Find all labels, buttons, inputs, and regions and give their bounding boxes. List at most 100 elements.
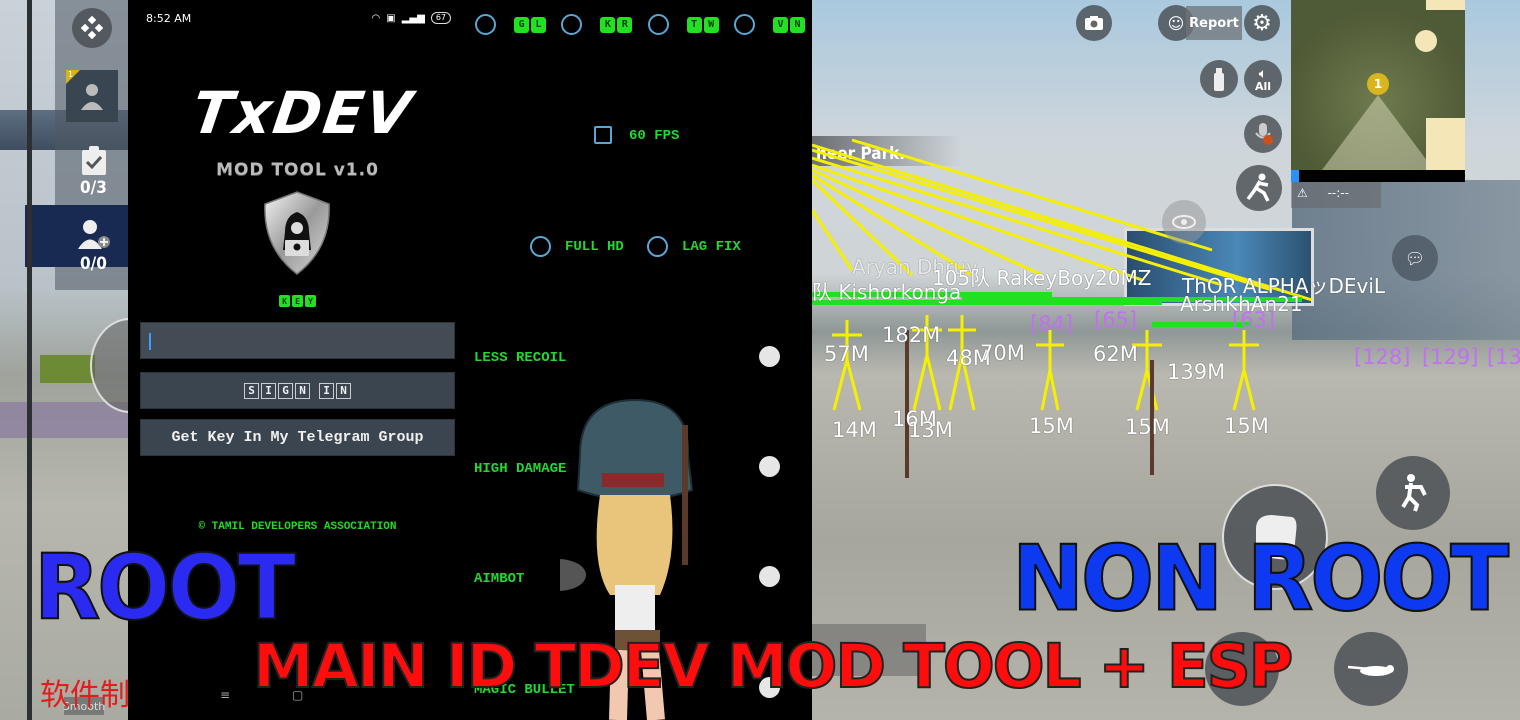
lag-fix-label: LAG FIX	[682, 239, 741, 255]
esp-distance: 139M	[1167, 360, 1226, 384]
region-code-letter: R	[617, 16, 633, 33]
esp-distance: 15M	[1029, 414, 1074, 438]
region-radio[interactable]	[475, 14, 496, 35]
voice-channel-label: All	[1254, 80, 1272, 93]
mic-muted-icon[interactable]	[1244, 115, 1282, 153]
lag-fix-radio[interactable]	[647, 236, 668, 257]
aimbot-label: AIMBOT	[474, 571, 525, 587]
recents-button[interactable]: ≡	[220, 688, 230, 702]
esp-distance: 13M	[908, 418, 953, 442]
map-tree	[1415, 30, 1437, 52]
esp-id-label: [63]	[1232, 308, 1276, 332]
esp-distance: 62M	[1093, 342, 1138, 366]
full-hd-label: FULL HD	[565, 239, 624, 255]
camera-icon[interactable]	[1076, 5, 1112, 41]
status-time: 8:52 AM	[146, 11, 192, 25]
region-code-letter: N	[789, 16, 805, 33]
sim-icon: ▣	[386, 12, 396, 24]
fps-60-checkbox[interactable]	[594, 126, 612, 144]
status-bar: 8:52 AM ◠ ▣ ▂▄▆ 67	[146, 10, 451, 26]
region-option-kr[interactable]: KR	[561, 14, 633, 35]
floor-stripe	[0, 402, 128, 438]
tasks-count: 0/3	[80, 178, 107, 198]
region-code-letter: V	[772, 16, 788, 33]
key-letter: E	[292, 295, 303, 307]
sign-in-letter: N	[295, 382, 310, 399]
spray-icon[interactable]	[1200, 60, 1238, 98]
root-title: ROOT	[33, 535, 297, 641]
warning-icon: ⚠	[1297, 186, 1308, 200]
esp-distance: 15M	[1125, 415, 1170, 439]
esp-player-name: 队 Kishorkonga	[812, 280, 962, 304]
esp-player-name: 105队 RakeyBoy20MZ	[932, 266, 1152, 290]
signal-icon: ▂▄▆	[401, 12, 425, 24]
esp-distance: 15M	[1224, 414, 1269, 438]
region-radio[interactable]	[561, 14, 583, 35]
key-input[interactable]	[140, 322, 455, 359]
user-icon	[81, 84, 103, 110]
region-code-letter: L	[531, 16, 546, 33]
region-code-letter: W	[703, 16, 719, 33]
wifi-icon: ◠	[371, 12, 381, 24]
sprint-icon[interactable]	[1236, 165, 1282, 211]
region-selector: GL KR TW VN	[475, 14, 805, 35]
esp-id-label: [128]	[1354, 345, 1411, 369]
hacker-shield-icon	[264, 191, 330, 275]
esp-skeleton	[1036, 330, 1064, 411]
region-radio[interactable]	[733, 14, 755, 35]
text-caret	[149, 333, 151, 350]
region-code-letter: K	[600, 16, 616, 33]
region-option-tw[interactable]: TW	[647, 14, 719, 35]
speaker-all-icon[interactable]: 🔈︎ All	[1244, 60, 1282, 98]
player-marker: 1	[1367, 73, 1389, 95]
region-option-gl[interactable]: GL	[475, 14, 546, 35]
sign-in-letter: S	[244, 382, 259, 399]
esp-distance: 182M	[882, 323, 941, 347]
region-code-letter: G	[514, 16, 529, 33]
view-cone	[1322, 95, 1434, 170]
battery-icon: 67	[430, 12, 451, 24]
rank-badge: 1	[68, 70, 74, 79]
app-subtitle: MOD TOOL v1.0	[216, 160, 379, 180]
esp-skeleton	[1229, 330, 1259, 411]
esp-line	[812, 209, 854, 271]
less-recoil-label: LESS RECOIL	[474, 350, 567, 366]
map-building	[1426, 0, 1465, 10]
chat-icon[interactable]: 💬︎	[1392, 235, 1438, 281]
copyright-text: © TAMIL DEVELOPERS ASSOCIATION	[198, 521, 397, 533]
less-recoil-toggle[interactable]	[759, 346, 780, 367]
jump-icon[interactable]	[1376, 456, 1450, 530]
esp-distance: 14M	[832, 418, 877, 442]
key-letter: Y	[305, 295, 316, 307]
high-damage-toggle[interactable]	[759, 456, 780, 477]
esp-id-label: [129]	[1422, 345, 1479, 369]
settings-gear-icon[interactable]: ⚙	[1244, 5, 1280, 41]
joystick[interactable]	[90, 318, 128, 413]
aimbot-toggle[interactable]	[759, 566, 780, 587]
esp-id-label: [65]	[1094, 308, 1138, 332]
clipboard-check-icon[interactable]	[80, 146, 108, 176]
telegram-key-button[interactable]: Get Key In My Telegram Group	[140, 419, 455, 456]
fps-60-label: 60 FPS	[629, 128, 680, 144]
eye-icon[interactable]	[1162, 200, 1206, 244]
menu-grid-icon[interactable]	[72, 8, 112, 48]
key-letter: K	[279, 295, 290, 307]
region-radio[interactable]	[647, 14, 669, 35]
add-friend-icon[interactable]	[76, 218, 112, 250]
avatar-card[interactable]: 1	[66, 70, 118, 122]
pole	[27, 0, 32, 720]
sign-in-letter: I	[261, 382, 276, 399]
watermark-text: 软件制	[40, 678, 130, 713]
key-label: K E Y	[128, 295, 467, 307]
app-logo: TxDEV	[187, 79, 418, 147]
high-damage-label: HIGH DAMAGE	[474, 461, 567, 477]
region-option-vn[interactable]: VN	[733, 14, 805, 35]
report-button[interactable]: Report	[1186, 6, 1242, 40]
sign-in-letter: N	[336, 382, 351, 399]
esp-id-label: [13	[1487, 345, 1520, 369]
prone-icon[interactable]	[1334, 632, 1408, 706]
sign-in-button[interactable]: S I G N I N	[140, 372, 455, 409]
zone-warning: ⚠ --:--	[1291, 182, 1381, 208]
esp-distance: 70M	[980, 341, 1025, 365]
full-hd-radio[interactable]	[530, 236, 551, 257]
